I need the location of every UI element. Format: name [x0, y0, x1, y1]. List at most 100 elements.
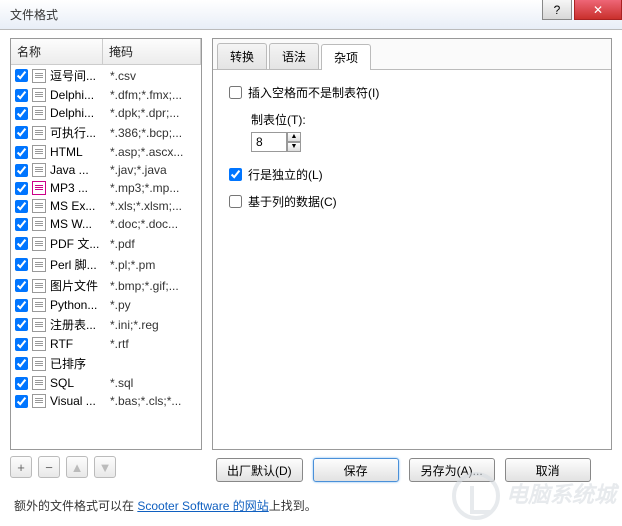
list-item-name: 已排序	[50, 355, 110, 372]
move-down-button[interactable]: ▼	[94, 456, 116, 478]
col-name-header[interactable]: 名称	[11, 39, 103, 64]
list-item-name: 注册表...	[50, 316, 110, 333]
save-as-button[interactable]: 另存为(A)...	[409, 458, 495, 482]
list-item-name: MP3 ...	[50, 181, 110, 195]
list-item[interactable]: 已排序	[11, 353, 201, 374]
list-item-checkbox[interactable]	[15, 182, 28, 195]
list-item-checkbox[interactable]	[15, 357, 28, 370]
tab-misc[interactable]: 杂项	[321, 44, 371, 70]
list-item-name: HTML	[50, 145, 110, 159]
list-item-checkbox[interactable]	[15, 318, 28, 331]
list-item-mask: *.bas;*.cls;*...	[110, 394, 197, 408]
move-up-button[interactable]: ▲	[66, 456, 88, 478]
list-item-name: MS Ex...	[50, 199, 110, 213]
list-item[interactable]: 可执行...*.386;*.bcp;...	[11, 122, 201, 143]
list-item-mask: *.asp;*.ascx...	[110, 145, 197, 159]
file-icon	[32, 69, 46, 83]
file-icon	[32, 258, 46, 272]
tab-content-misc: 插入空格而不是制表符(I) 制表位(T): ▲ ▼ 行是独立的(L) 基于列的数…	[213, 70, 611, 234]
list-item[interactable]: Visual ...*.bas;*.cls;*...	[11, 392, 201, 410]
list-item-name: Delphi...	[50, 106, 110, 120]
save-button[interactable]: 保存	[313, 458, 399, 482]
list-body[interactable]: 逗号间...*.csvDelphi...*.dfm;*.fmx;...Delph…	[11, 65, 201, 449]
insert-spaces-label: 插入空格而不是制表符(I)	[248, 84, 379, 101]
tabstop-spin-down[interactable]: ▼	[287, 142, 301, 152]
list-item[interactable]: 注册表...*.ini;*.reg	[11, 314, 201, 335]
footer-text: 额外的文件格式可以在 Scooter Software 的网站上找到。	[14, 497, 317, 514]
tab-syntax[interactable]: 语法	[269, 43, 319, 69]
list-item-name: Python...	[50, 298, 110, 312]
factory-defaults-button[interactable]: 出厂默认(D)	[216, 458, 303, 482]
list-item-mask: *.pdf	[110, 237, 197, 251]
lines-independent-checkbox[interactable]	[229, 168, 242, 181]
list-item[interactable]: PDF 文...*.pdf	[11, 233, 201, 254]
file-icon	[32, 237, 46, 251]
tabstop-spin-up[interactable]: ▲	[287, 132, 301, 142]
list-item-mask: *.bmp;*.gif;...	[110, 279, 197, 293]
list-item-mask: *.csv	[110, 69, 197, 83]
insert-spaces-checkbox[interactable]	[229, 86, 242, 99]
list-item-checkbox[interactable]	[15, 218, 28, 231]
file-icon	[32, 88, 46, 102]
list-item-checkbox[interactable]	[15, 299, 28, 312]
mp3-icon	[32, 181, 46, 195]
scooter-link[interactable]: Scooter Software 的网站	[137, 499, 268, 513]
list-item[interactable]: RTF*.rtf	[11, 335, 201, 353]
list-item-mask: *.386;*.bcp;...	[110, 126, 197, 140]
list-item[interactable]: Delphi...*.dpk;*.dpr;...	[11, 104, 201, 122]
list-item-name: Java ...	[50, 163, 110, 177]
add-button[interactable]: +	[10, 456, 32, 478]
close-button[interactable]: ✕	[574, 0, 622, 20]
list-item-checkbox[interactable]	[15, 237, 28, 250]
remove-button[interactable]: −	[38, 456, 60, 478]
list-item[interactable]: 图片文件*.bmp;*.gif;...	[11, 275, 201, 296]
file-icon	[32, 279, 46, 293]
list-item-checkbox[interactable]	[15, 126, 28, 139]
list-item-name: 逗号间...	[50, 67, 110, 84]
list-item[interactable]: Perl 脚...*.pl;*.pm	[11, 254, 201, 275]
dialog-buttons: 出厂默认(D) 保存 另存为(A)... 取消	[216, 458, 591, 482]
file-icon	[32, 145, 46, 159]
list-item[interactable]: Java ...*.jav;*.java	[11, 161, 201, 179]
file-icon	[32, 199, 46, 213]
list-item[interactable]: MS W...*.doc;*.doc...	[11, 215, 201, 233]
list-item-mask: *.mp3;*.mp...	[110, 181, 197, 195]
list-item-checkbox[interactable]	[15, 338, 28, 351]
list-item[interactable]: SQL*.sql	[11, 374, 201, 392]
list-item-checkbox[interactable]	[15, 69, 28, 82]
list-item-name: PDF 文...	[50, 235, 110, 252]
main-content: 名称 掩码 逗号间...*.csvDelphi...*.dfm;*.fmx;..…	[0, 30, 622, 450]
list-item[interactable]: 逗号间...*.csv	[11, 65, 201, 86]
file-icon	[32, 163, 46, 177]
list-item[interactable]: Python...*.py	[11, 296, 201, 314]
list-item-mask: *.dfm;*.fmx;...	[110, 88, 197, 102]
tab-convert[interactable]: 转换	[217, 43, 267, 69]
column-based-label: 基于列的数据(C)	[248, 193, 337, 210]
file-icon	[32, 357, 46, 371]
list-item-name: Perl 脚...	[50, 256, 110, 273]
settings-panel: 转换 语法 杂项 插入空格而不是制表符(I) 制表位(T): ▲ ▼ 行是独立的…	[212, 38, 612, 450]
list-item-checkbox[interactable]	[15, 377, 28, 390]
list-item-checkbox[interactable]	[15, 200, 28, 213]
column-based-checkbox[interactable]	[229, 195, 242, 208]
col-mask-header[interactable]: 掩码	[103, 39, 201, 64]
list-item-checkbox[interactable]	[15, 279, 28, 292]
list-item[interactable]: MS Ex...*.xls;*.xlsm;...	[11, 197, 201, 215]
file-icon	[32, 318, 46, 332]
list-item-checkbox[interactable]	[15, 107, 28, 120]
list-item-checkbox[interactable]	[15, 164, 28, 177]
list-item-mask: *.sql	[110, 376, 197, 390]
tabstop-input[interactable]	[251, 132, 287, 152]
cancel-button[interactable]: 取消	[505, 458, 591, 482]
list-item-checkbox[interactable]	[15, 395, 28, 408]
list-item[interactable]: MP3 ...*.mp3;*.mp...	[11, 179, 201, 197]
title-bar: 文件格式 ? ✕	[0, 0, 622, 30]
list-item-mask: *.pl;*.pm	[110, 258, 197, 272]
list-item-checkbox[interactable]	[15, 258, 28, 271]
list-item[interactable]: Delphi...*.dfm;*.fmx;...	[11, 86, 201, 104]
list-item[interactable]: HTML*.asp;*.ascx...	[11, 143, 201, 161]
list-item-checkbox[interactable]	[15, 89, 28, 102]
help-button[interactable]: ?	[542, 0, 572, 20]
list-header[interactable]: 名称 掩码	[11, 39, 201, 65]
list-item-checkbox[interactable]	[15, 146, 28, 159]
